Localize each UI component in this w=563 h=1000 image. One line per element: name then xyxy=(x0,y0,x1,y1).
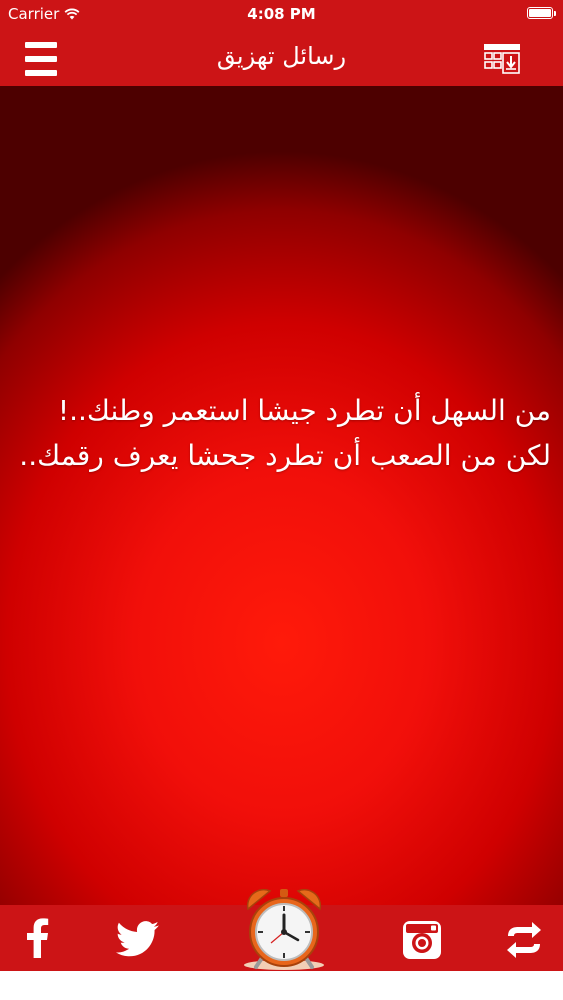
refresh-arrows-icon[interactable] xyxy=(504,920,544,960)
instagram-icon[interactable] xyxy=(402,920,442,960)
battery-level xyxy=(529,9,551,17)
battery-icon xyxy=(527,7,556,19)
message-line-2: لكن من الصعب أن تطرد جحشا يعرف رقمك.. xyxy=(19,439,551,472)
message-text: من السهل أن تطرد جيشا استعمر وطنك..! لكن… xyxy=(10,388,551,478)
status-time: 4:08 PM xyxy=(247,5,316,23)
alarm-clock-icon[interactable] xyxy=(238,885,330,971)
message-area: من السهل أن تطرد جيشا استعمر وطنك..! لكن… xyxy=(0,86,563,905)
nav-bar: رسائل تهزيق xyxy=(0,30,563,86)
app-screen: Carrier 4:08 PM رسائل تهزيق من السهل أن … xyxy=(0,0,563,1000)
message-line-1: من السهل أن تطرد جيشا استعمر وطنك..! xyxy=(57,394,551,427)
twitter-icon[interactable] xyxy=(115,921,161,957)
status-bar: Carrier 4:08 PM xyxy=(0,0,563,30)
bottom-strip xyxy=(0,971,563,1000)
facebook-icon[interactable] xyxy=(24,918,50,958)
top-bar: Carrier 4:08 PM رسائل تهزيق xyxy=(0,0,563,86)
page-title: رسائل تهزيق xyxy=(216,42,347,70)
grid-download-icon[interactable] xyxy=(483,42,521,76)
